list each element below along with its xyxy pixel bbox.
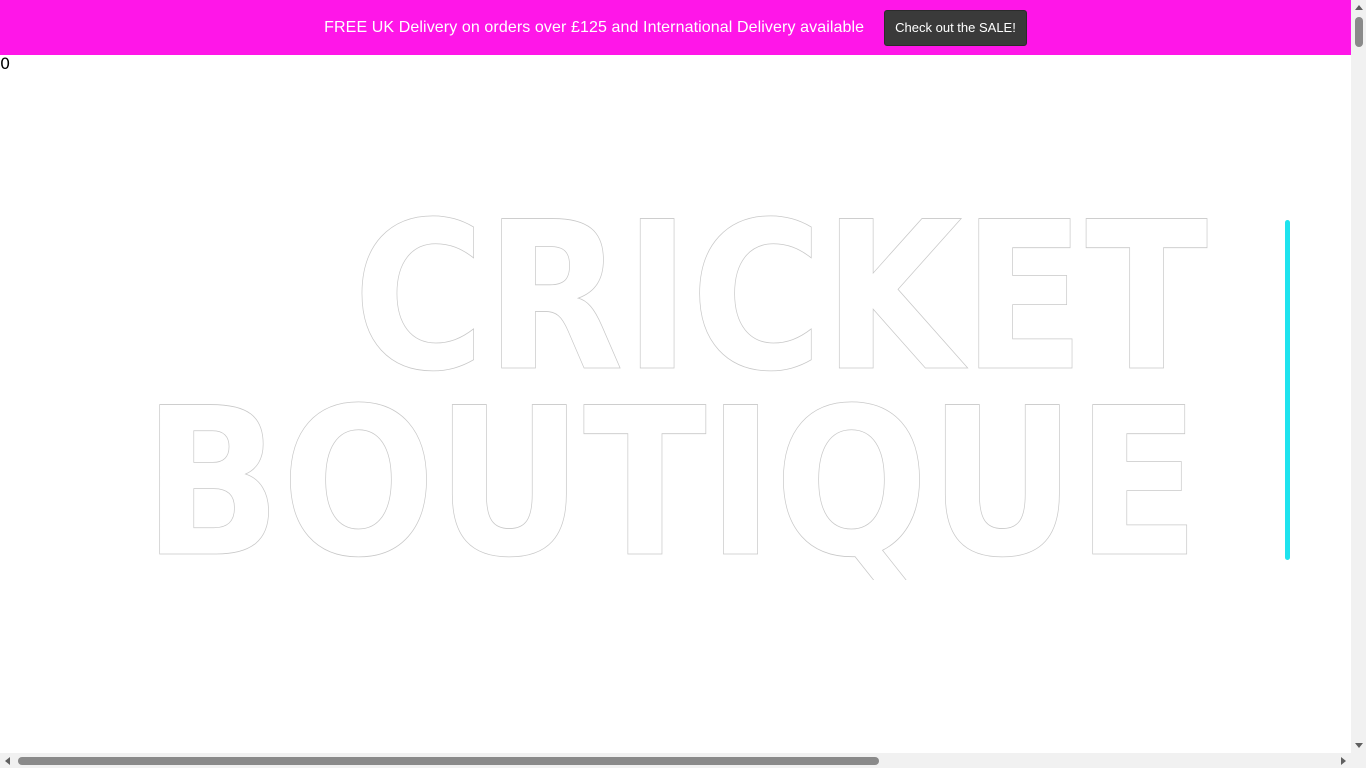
vertical-scrollbar[interactable]	[1351, 0, 1366, 753]
scrollbar-corner	[1351, 753, 1366, 768]
arrow-down-icon[interactable]	[1351, 738, 1366, 753]
arrow-right-icon[interactable]	[1336, 753, 1351, 768]
cart-counter: 0	[0, 54, 11, 73]
announcement-bar: FREE UK Delivery on orders over £125 and…	[0, 0, 1351, 55]
arrow-up-icon[interactable]	[1351, 0, 1366, 15]
arrow-left-icon[interactable]	[0, 753, 15, 768]
vertical-scroll-thumb[interactable]	[1355, 17, 1363, 47]
logo-line-2: BOUTIQUE	[143, 365, 1200, 580]
logo-svg: CRICKET BOUTIQUE	[143, 200, 1209, 580]
page-viewport: FREE UK Delivery on orders over £125 and…	[0, 0, 1366, 768]
announcement-text: FREE UK Delivery on orders over £125 and…	[324, 18, 865, 36]
text-cursor-bar	[1285, 220, 1290, 560]
sale-button[interactable]: Check out the SALE!	[884, 9, 1027, 46]
hero-logo: CRICKET BOUTIQUE	[0, 200, 1351, 580]
horizontal-scroll-thumb[interactable]	[18, 757, 879, 765]
horizontal-scrollbar[interactable]	[0, 753, 1351, 768]
